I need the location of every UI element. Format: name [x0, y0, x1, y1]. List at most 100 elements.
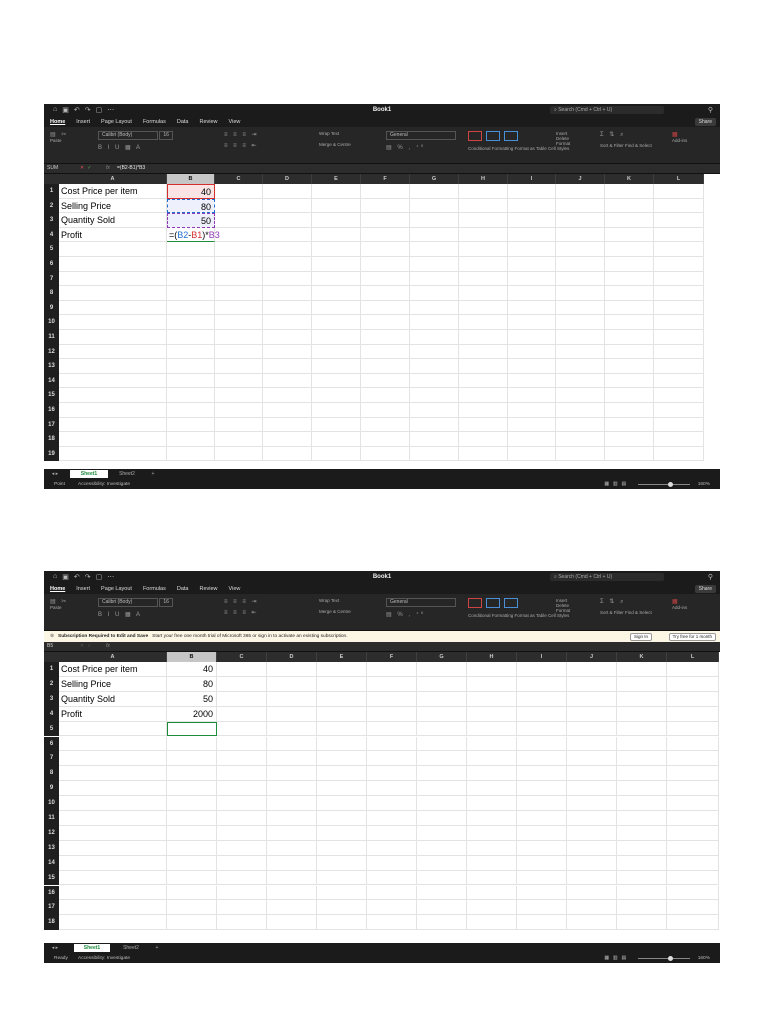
cell-l12[interactable]	[654, 344, 704, 360]
cell-b8[interactable]	[167, 286, 215, 301]
cell-j9[interactable]	[556, 300, 605, 316]
cell-l9[interactable]	[654, 300, 704, 316]
cell-c11[interactable]	[217, 811, 267, 826]
name-box[interactable]: SUM	[47, 164, 73, 173]
cell-a5[interactable]	[59, 721, 167, 737]
cell-a12[interactable]	[59, 344, 167, 360]
cell-styles-icon[interactable]	[504, 131, 518, 141]
row-header[interactable]: 12	[44, 344, 59, 360]
cell-j4[interactable]	[567, 706, 617, 722]
cell-k15[interactable]	[617, 870, 667, 886]
cell-e3[interactable]	[312, 213, 361, 228]
sheet-grid[interactable]: A B C D E F G H I J K L 1 Cost Price per item 40 2 Selli…	[44, 174, 720, 470]
cell-a9[interactable]	[59, 781, 167, 797]
autosum-icon[interactable]: Σ ⇅ ⌕	[600, 131, 652, 139]
cell-h9[interactable]	[467, 781, 517, 797]
cell-l14[interactable]	[654, 373, 704, 389]
cell-a13[interactable]	[59, 840, 167, 856]
cell-h5[interactable]	[467, 721, 517, 737]
cell-l11[interactable]	[667, 811, 719, 826]
cell-e1[interactable]	[312, 184, 361, 199]
column-header-j[interactable]: J	[556, 174, 605, 184]
cell-i18[interactable]	[508, 432, 556, 447]
cell-g8[interactable]	[417, 766, 467, 782]
cell-h11[interactable]	[467, 811, 517, 826]
cell-j4[interactable]	[556, 227, 605, 243]
cell-h14[interactable]	[467, 855, 517, 871]
tab-insert[interactable]: Insert	[76, 586, 90, 592]
cell-j8[interactable]	[567, 766, 617, 782]
cell-g17[interactable]	[417, 900, 467, 916]
cell-a19[interactable]	[59, 446, 167, 462]
cell-k10[interactable]	[605, 315, 654, 330]
sheet-tab-1[interactable]: Sheet1	[70, 470, 108, 478]
column-header-l[interactable]: L	[667, 652, 719, 662]
cell-k4[interactable]	[617, 706, 667, 722]
cell-c6[interactable]	[215, 257, 263, 272]
cell-d11[interactable]	[267, 811, 317, 826]
column-header-g[interactable]: G	[410, 174, 459, 184]
format-as-table-icon[interactable]	[486, 131, 500, 141]
cell-i7[interactable]	[517, 751, 567, 767]
cell-d6[interactable]	[263, 257, 312, 272]
sheet-nav-icon[interactable]: ◂ ▸	[46, 470, 64, 478]
cell-a3[interactable]: Quantity Sold	[59, 213, 167, 228]
cell-i9[interactable]	[508, 300, 556, 316]
account-icon[interactable]: ⚲	[708, 106, 713, 114]
cell-b11[interactable]	[167, 330, 215, 345]
cell-k8[interactable]	[617, 766, 667, 782]
tab-data[interactable]: Data	[177, 119, 189, 125]
cell-d17[interactable]	[267, 900, 317, 916]
cell-g15[interactable]	[417, 870, 467, 886]
row-header[interactable]: 8	[44, 766, 59, 782]
cell-h18[interactable]	[459, 432, 508, 447]
row-header[interactable]: 3	[44, 213, 59, 228]
cell-g2[interactable]	[417, 676, 467, 692]
cell-g17[interactable]	[410, 417, 459, 433]
cell-f16[interactable]	[361, 403, 410, 418]
add-ins-icon[interactable]: ▦	[672, 598, 687, 605]
cell-k11[interactable]	[617, 811, 667, 826]
cell-i19[interactable]	[508, 446, 556, 462]
select-all-corner[interactable]	[44, 174, 59, 184]
cell-l12[interactable]	[667, 825, 719, 841]
cell-g18[interactable]	[410, 432, 459, 447]
cell-f5[interactable]	[361, 242, 410, 257]
cell-f13[interactable]	[361, 359, 410, 374]
cell-e12[interactable]	[312, 344, 361, 360]
cell-b15[interactable]	[167, 388, 215, 403]
cell-j2[interactable]	[556, 198, 605, 214]
tab-page-layout[interactable]: Page Layout	[101, 119, 132, 125]
cell-d5[interactable]	[263, 242, 312, 257]
cell-e2[interactable]	[312, 198, 361, 214]
cell-d3[interactable]	[263, 213, 312, 228]
cell-i2[interactable]	[508, 198, 556, 214]
zoom-knob[interactable]	[668, 956, 673, 961]
sign-in-button[interactable]: Sign In	[629, 633, 652, 641]
cell-k19[interactable]	[605, 446, 654, 462]
font-style-icons[interactable]: B I U ▦ A	[98, 611, 173, 618]
cell-h18[interactable]	[467, 915, 517, 931]
row-header[interactable]: 16	[44, 403, 59, 418]
cell-e5[interactable]	[317, 721, 367, 737]
cell-e17[interactable]	[312, 417, 361, 433]
cell-i10[interactable]	[508, 315, 556, 330]
cell-j1[interactable]	[556, 184, 605, 199]
cell-f15[interactable]	[367, 870, 417, 886]
cell-h2[interactable]	[467, 676, 517, 692]
cell-b14[interactable]	[167, 373, 215, 389]
cell-k5[interactable]	[605, 242, 654, 257]
cell-e16[interactable]	[312, 403, 361, 418]
cell-d9[interactable]	[263, 300, 312, 316]
cell-k1[interactable]	[605, 184, 654, 199]
cell-l9[interactable]	[667, 781, 719, 797]
add-sheet-button[interactable]: +	[152, 944, 162, 952]
cell-k9[interactable]	[617, 781, 667, 797]
cell-h12[interactable]	[459, 344, 508, 360]
align-icons-2[interactable]: ≡ ≡ ≡ ⇤	[224, 142, 259, 149]
cell-b7[interactable]	[167, 751, 217, 767]
cell-e7[interactable]	[312, 271, 361, 287]
cell-i2[interactable]	[517, 676, 567, 692]
cell-l8[interactable]	[654, 286, 704, 301]
cell-f2[interactable]	[361, 198, 410, 214]
